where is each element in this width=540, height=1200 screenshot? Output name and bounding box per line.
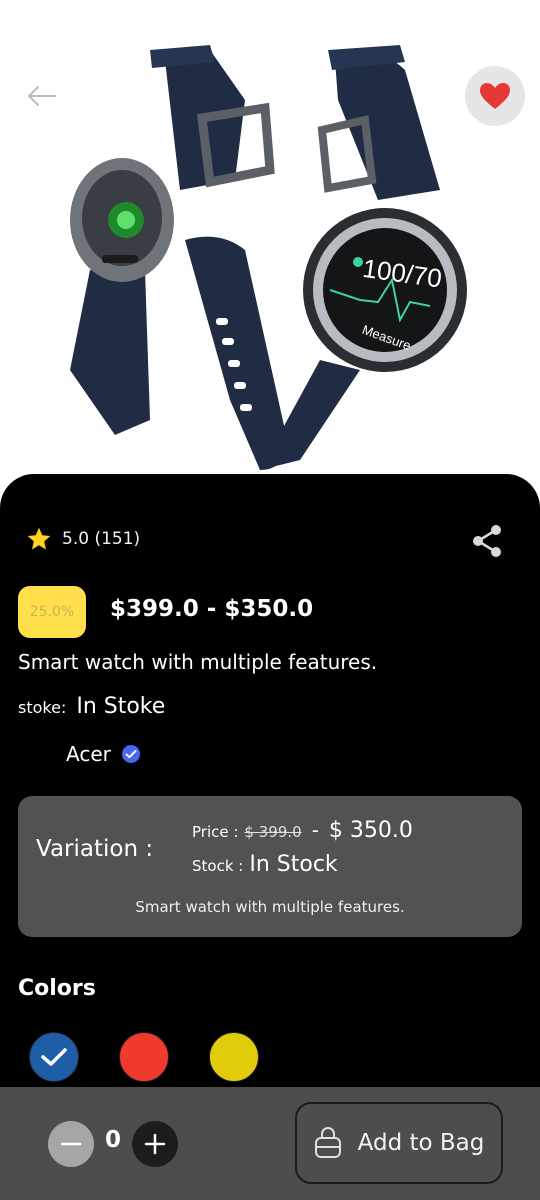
cart-bar: 0 Add to Bag [0,1087,540,1200]
stock-value: In Stoke [76,694,166,719]
color-swatch-red[interactable] [119,1032,169,1082]
rating: 5.0 (151) [26,526,140,552]
add-to-bag-button[interactable]: Add to Bag [295,1102,503,1184]
variation-old-price: $ 399.0 [244,823,302,841]
share-icon [473,525,501,557]
share-button[interactable] [470,524,504,558]
product-description: Smart watch with multiple features. [18,650,378,674]
back-button[interactable] [22,78,62,114]
variation-card: Variation : Price : $ 399.0 - $ 350.0 St… [18,796,522,937]
variation-new-price: $ 350.0 [328,818,413,843]
add-to-bag-label: Add to Bag [357,1130,485,1156]
brand-name: Acer [66,742,111,766]
verified-badge-icon [121,745,140,763]
quantity-increase-button[interactable] [132,1121,178,1167]
quantity-decrease-button[interactable] [48,1121,94,1167]
variation-price: Price : $ 399.0 - $ 350.0 [192,818,413,843]
arrow-left-icon [28,86,56,106]
checkmark-icon [41,1048,67,1066]
rating-text: 5.0 (151) [62,529,141,549]
star-icon [27,527,51,550]
variation-stock-label: Stock : [192,857,244,875]
variation-stock: Stock : In Stock [192,852,338,877]
stock-label: stoke: [18,698,67,717]
color-swatch-blue[interactable] [29,1032,79,1082]
brand[interactable]: Acer [66,742,141,766]
variation-price-label: Price : [192,823,239,841]
minus-icon [60,1142,82,1146]
variation-stock-value: In Stock [249,852,338,877]
variation-title: Variation : [36,836,154,862]
color-swatch-yellow[interactable] [209,1032,259,1082]
plus-icon [144,1133,166,1155]
shopping-bag-icon [314,1127,341,1158]
smart-watch-image: 100/70 Measure [70,45,467,470]
quantity-value: 0 [104,1127,121,1153]
heart-icon [480,83,510,109]
variation-description: Smart watch with multiple features. [135,898,405,916]
stock-status: stoke: In Stoke [18,694,165,719]
colors-title: Colors [18,976,96,1001]
discount-badge: 25.0% [18,586,86,638]
variation-price-separator: - [311,818,319,842]
price-range: $399.0 - $350.0 [110,596,314,622]
product-hero: 100/70 Measure [0,0,540,500]
favorite-button[interactable] [465,66,525,126]
